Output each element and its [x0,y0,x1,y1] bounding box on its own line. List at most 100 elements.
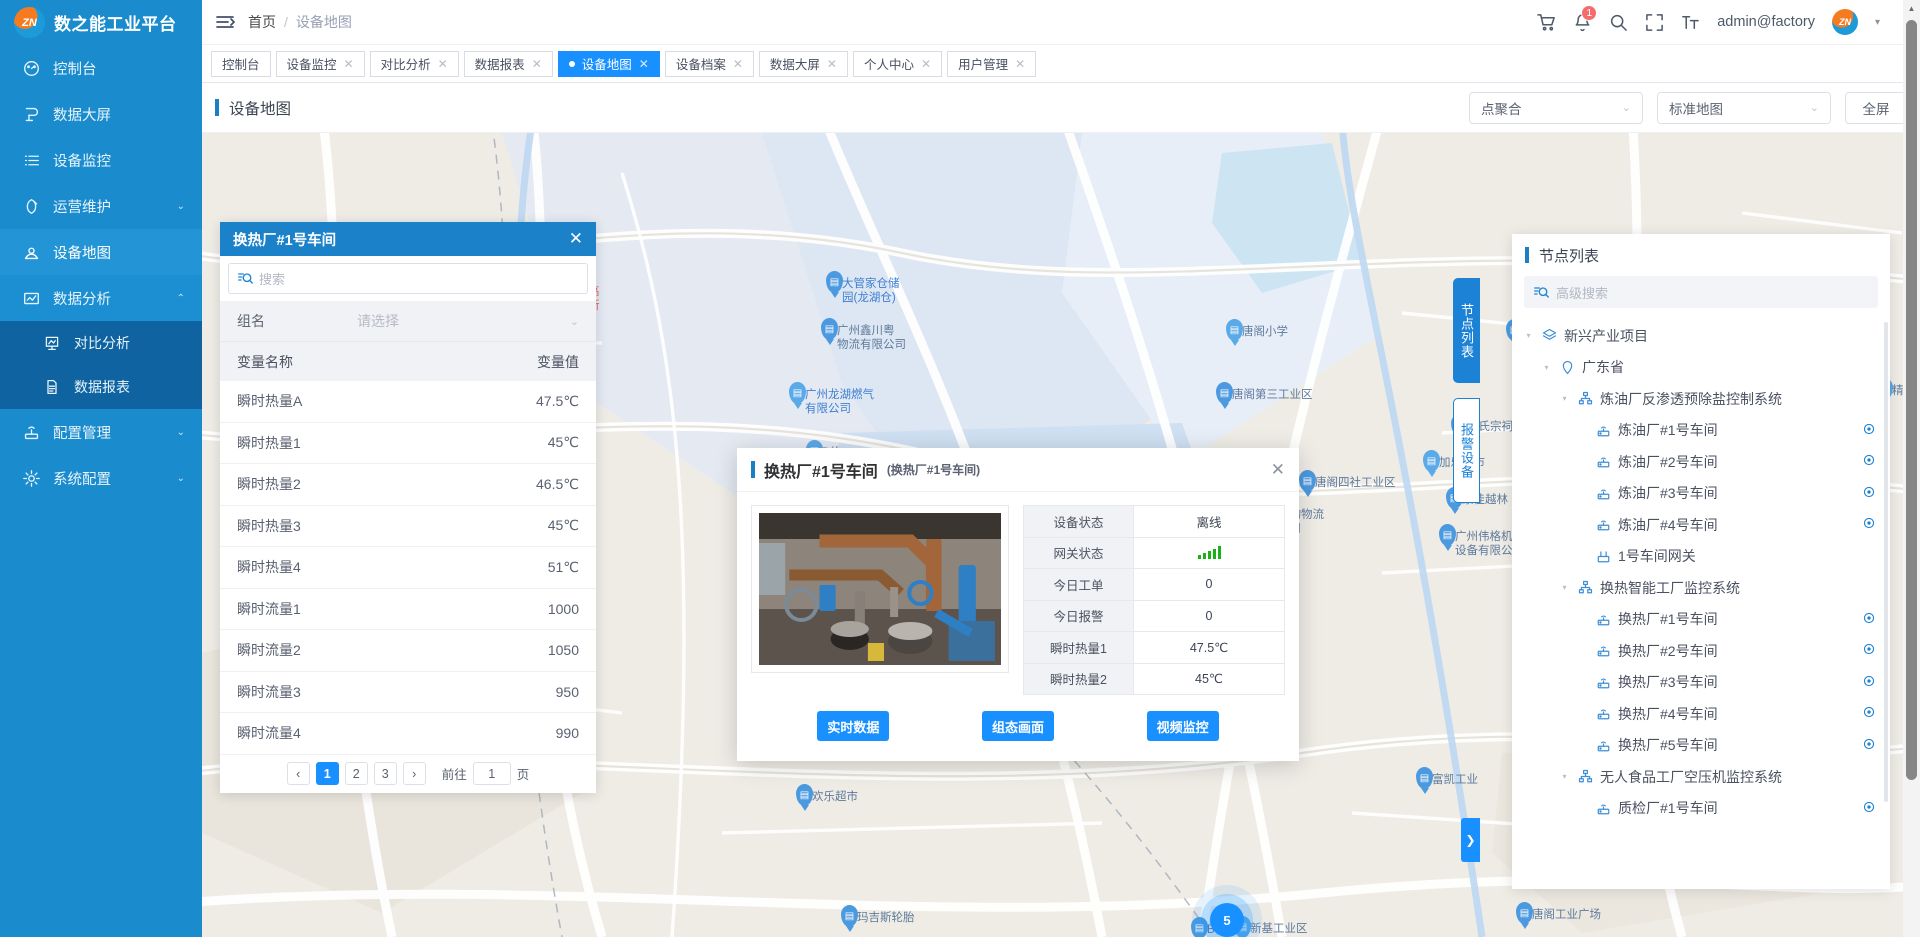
variable-row[interactable]: 瞬时热量451℃ [220,547,596,589]
tree-node-14[interactable]: ▾无人食品工厂空压机监控系统 [1512,761,1890,793]
map-poi-pin[interactable]: ▤ [1439,524,1456,546]
tree-expand-arrow[interactable]: ▾ [1540,363,1553,372]
chevron-toggle-icon[interactable]: ⌄ [177,201,185,212]
fullscreen-icon[interactable] [1645,13,1664,32]
chevron-toggle-icon[interactable]: ⌄ [177,473,185,484]
tree-node-13[interactable]: 换热厂#5号车间 [1512,730,1890,762]
map-poi-pin[interactable]: ▤ [1516,902,1533,924]
map-poi-pin[interactable]: ▤ [821,318,838,340]
locate-icon[interactable] [1862,485,1876,502]
pagination-jump-input[interactable]: 1 [473,762,511,785]
variable-row[interactable]: 瞬时热量246.5℃ [220,464,596,506]
modal-action-button-0[interactable]: 实时数据 [817,711,889,741]
locate-icon[interactable] [1862,642,1876,659]
chevron-toggle-icon[interactable]: ⌃ [177,293,185,304]
tree-expand-arrow[interactable]: ▾ [1558,394,1571,403]
tab-close-icon[interactable]: ✕ [827,58,837,70]
variable-row[interactable]: 瞬时流量11000 [220,589,596,631]
tree-node-3[interactable]: 炼油厂#1号车间 [1512,415,1890,447]
bell-icon[interactable]: 1 [1573,13,1592,32]
variable-search-input[interactable]: 搜索 [228,263,588,294]
tree-node-0[interactable]: ▾新兴产业项目 [1512,320,1890,352]
tree-node-4[interactable]: 炼油厂#2号车间 [1512,446,1890,478]
variable-row[interactable]: 瞬时热量345℃ [220,506,596,548]
variable-row[interactable]: 瞬时流量21050 [220,630,596,672]
tab-3[interactable]: 数据报表✕ [464,51,553,77]
map-poi-pin[interactable]: ▤ [789,382,806,404]
tab-close-icon[interactable]: ✕ [921,58,931,70]
cart-icon[interactable] [1537,13,1556,32]
sidebar-subitem-0[interactable]: 对比分析 [0,321,202,365]
tab-close-icon[interactable]: ✕ [1015,58,1025,70]
side-tab-alarm-devices[interactable]: 报警设备 [1453,398,1480,503]
group-select-row[interactable]: 组名 请选择 ⌄ [220,301,596,341]
pagination-page-1[interactable]: 1 [316,762,339,785]
tree-node-7[interactable]: 1号车间网关 [1512,541,1890,573]
pagination-next[interactable]: › [403,762,426,785]
tree-node-10[interactable]: 换热厂#2号车间 [1512,635,1890,667]
cluster-mode-select[interactable]: 点聚合 ⌄ [1469,92,1643,124]
map-poi-pin[interactable]: ▤ [1416,767,1433,789]
node-tree-scrollbar[interactable] [1884,322,1888,802]
sidebar-item-7[interactable]: 系统配置⌄ [0,455,202,501]
map-poi-pin[interactable]: ▤ [841,905,858,927]
avatar[interactable] [1832,9,1858,35]
locate-icon[interactable] [1862,611,1876,628]
map-poi-pin[interactable]: ▤ [1191,917,1208,937]
tab-6[interactable]: 数据大屏✕ [759,51,848,77]
tab-close-icon[interactable]: ✕ [532,58,542,70]
close-icon[interactable]: ✕ [569,229,583,249]
sidebar-item-6[interactable]: 配置管理⌄ [0,409,202,455]
tree-node-2[interactable]: ▾炼油厂反渗透预除盐控制系统 [1512,383,1890,415]
tree-node-9[interactable]: 换热厂#1号车间 [1512,604,1890,636]
scroll-up-arrow[interactable]: ▲ [1903,0,1920,17]
map-poi-pin[interactable]: ▤ [1423,450,1440,472]
map-type-select[interactable]: 标准地图 ⌄ [1657,92,1831,124]
chevron-toggle-icon[interactable]: ⌄ [177,427,185,438]
side-tab-node-list[interactable]: 节点列表 [1453,278,1480,383]
sidebar-subitem-1[interactable]: 数据报表 [0,365,202,409]
map-poi-pin[interactable]: ▤ [826,271,843,293]
sidebar-item-2[interactable]: 设备监控 [0,137,202,183]
sidebar-item-5[interactable]: 数据分析⌃ [0,275,202,321]
variable-row[interactable]: 瞬时流量3950 [220,672,596,714]
search-icon[interactable] [1609,13,1628,32]
pagination-prev[interactable]: ‹ [287,762,310,785]
user-menu-caret[interactable]: ▾ [1875,17,1880,28]
variable-row[interactable]: 瞬时流量4990 [220,713,596,755]
tab-close-icon[interactable]: ✕ [344,58,354,70]
modal-action-button-2[interactable]: 视频监控 [1147,711,1219,741]
sidebar-item-1[interactable]: 数据大屏 [0,91,202,137]
tree-expand-arrow[interactable]: ▾ [1522,331,1535,340]
tree-expand-arrow[interactable]: ▾ [1558,583,1571,592]
tab-close-icon[interactable]: ✕ [639,58,649,70]
tree-node-1[interactable]: ▾广东省 [1512,352,1890,384]
sidebar-item-0[interactable]: 控制台 [0,45,202,91]
locate-icon[interactable] [1862,705,1876,722]
map-poi-pin[interactable]: ▤ [1216,382,1233,404]
sidebar-item-3[interactable]: 运营维护⌄ [0,183,202,229]
tree-node-6[interactable]: 炼油厂#4号车间 [1512,509,1890,541]
tab-7[interactable]: 个人中心✕ [853,51,942,77]
pagination-page-3[interactable]: 3 [374,762,397,785]
variable-row[interactable]: 瞬时热量145℃ [220,423,596,465]
tab-close-icon[interactable]: ✕ [438,58,448,70]
tree-node-15[interactable]: 质检厂#1号车间 [1512,793,1890,825]
page-scrollbar[interactable]: ▲ [1903,0,1920,937]
locate-icon[interactable] [1862,516,1876,533]
variable-row[interactable]: 瞬时热量A47.5℃ [220,381,596,423]
font-size-icon[interactable] [1681,13,1700,32]
map-poi-pin[interactable]: ▤ [1299,470,1316,492]
tab-4[interactable]: 设备地图✕ [558,51,660,77]
map-poi-pin[interactable]: ▤ [796,784,813,806]
modal-action-button-1[interactable]: 组态画面 [982,711,1054,741]
node-search-input[interactable]: 高级搜索 [1524,276,1878,308]
close-icon[interactable]: ✕ [1271,460,1285,480]
map-poi-pin[interactable]: ▤ [1226,319,1243,341]
map-cluster-marker[interactable]: 5 [1210,903,1244,937]
tree-node-11[interactable]: 换热厂#3号车间 [1512,667,1890,699]
tab-5[interactable]: 设备档案✕ [665,51,754,77]
brand-block[interactable]: 数之能工业平台 [0,0,202,45]
locate-icon[interactable] [1862,800,1876,817]
tree-node-8[interactable]: ▾换热智能工厂监控系统 [1512,572,1890,604]
